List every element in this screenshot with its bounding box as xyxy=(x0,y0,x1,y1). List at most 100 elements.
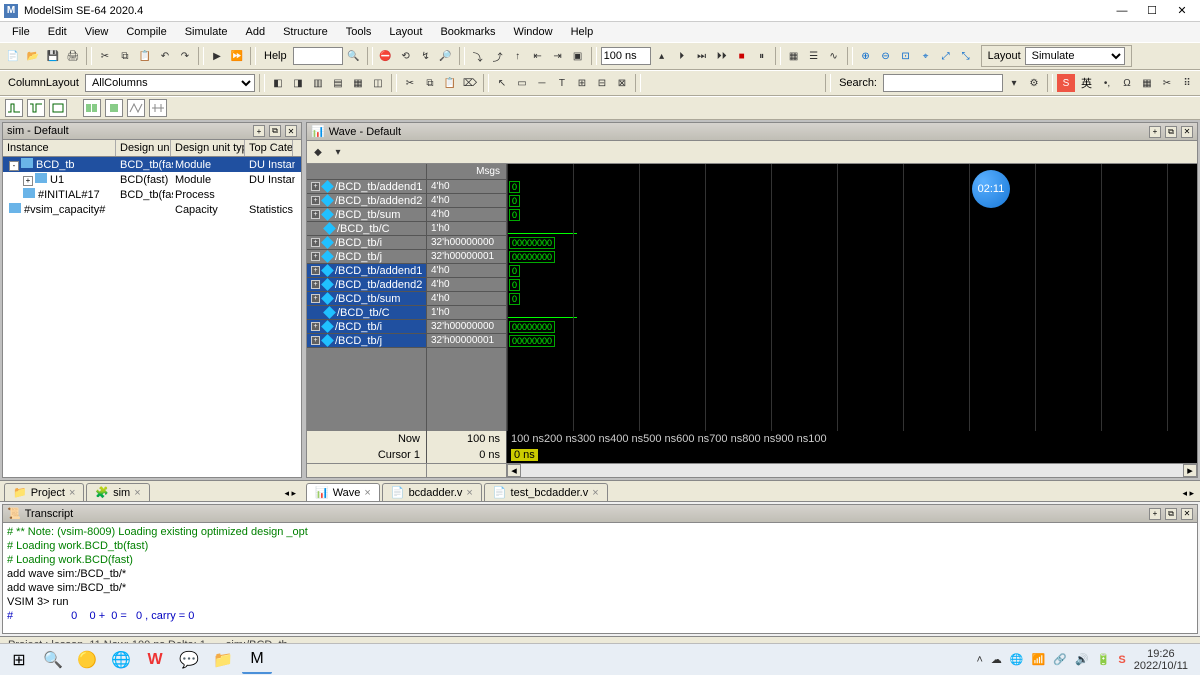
expand-icon[interactable]: + xyxy=(311,322,320,331)
tb2-rect-icon[interactable]: ▭ xyxy=(513,74,531,92)
print-icon[interactable]: 🖨 xyxy=(64,47,82,65)
step-icon[interactable]: ⤵ xyxy=(469,47,487,65)
tray-vol-icon[interactable]: 🔊 xyxy=(1075,653,1089,666)
sim-add-button[interactable]: + xyxy=(253,125,265,137)
transcript-dock-button[interactable]: ⧉ xyxy=(1165,508,1177,520)
col-du[interactable]: Design unit xyxy=(116,140,171,156)
menu-window[interactable]: Window xyxy=(505,24,560,40)
columnlayout-select[interactable]: AllColumns xyxy=(85,74,255,92)
redo-icon[interactable]: ↷ xyxy=(176,47,194,65)
wave-close-button[interactable]: ✕ xyxy=(1181,126,1193,138)
tab-project[interactable]: 📁Project× xyxy=(4,483,84,501)
signal-row[interactable]: /BCD_tb/C xyxy=(307,222,426,236)
modelsim-taskbar-icon[interactable]: M xyxy=(242,646,272,674)
sim-tree[interactable]: -BCD_tbBCD_tb(fast)ModuleDU Instanc+U1BC… xyxy=(3,157,301,477)
signal-row[interactable]: +/BCD_tb/addend2 xyxy=(307,194,426,208)
runtime-up-icon[interactable]: ▴ xyxy=(653,47,671,65)
scroll-track[interactable] xyxy=(521,464,1183,477)
run-icon[interactable]: ⏵ xyxy=(673,47,691,65)
restart-icon[interactable]: ⟲ xyxy=(397,47,415,65)
search-go-icon[interactable]: ▾ xyxy=(1005,74,1023,92)
menu-view[interactable]: View xyxy=(77,24,117,40)
tray-up-icon[interactable]: ˄ xyxy=(976,654,982,666)
tree-toggle-icon[interactable]: + xyxy=(23,176,33,186)
sim-row[interactable]: #vsim_capacity#CapacityStatistics xyxy=(3,202,301,217)
scroll-left-icon[interactable]: ◂ xyxy=(507,464,521,477)
wave-shape2-icon[interactable] xyxy=(27,99,45,117)
wave-shape4-icon[interactable] xyxy=(83,99,101,117)
tray-wifi-icon[interactable]: 📶 xyxy=(1032,653,1046,666)
menu-edit[interactable]: Edit xyxy=(40,24,75,40)
undo-icon[interactable]: ↶ xyxy=(156,47,174,65)
signal-row[interactable]: +/BCD_tb/j xyxy=(307,334,426,348)
col-dutype[interactable]: Design unit type xyxy=(171,140,245,156)
tb2-text-icon[interactable]: T xyxy=(553,74,571,92)
wave-tb-btn1[interactable]: ◆ xyxy=(309,143,327,161)
transcript-body[interactable]: # ** Note: (vsim-8009) Loading existing … xyxy=(3,523,1197,633)
system-tray[interactable]: ˄ ☁ 🌐 📶 🔗 🔊 🔋 S 19:26 2022/10/11 xyxy=(968,648,1196,672)
compileall-icon[interactable]: ⏩ xyxy=(228,47,246,65)
tray-cloud-icon[interactable]: ☁ xyxy=(991,653,1002,666)
runtime-input[interactable] xyxy=(601,47,651,65)
signal-row[interactable]: +/BCD_tb/i xyxy=(307,236,426,250)
tb2-btn8[interactable]: ⧉ xyxy=(421,74,439,92)
close-icon[interactable]: × xyxy=(364,487,370,499)
wave-dock-button[interactable]: ⧉ xyxy=(1165,126,1177,138)
runcont-icon[interactable]: ⏵⏵ xyxy=(713,47,731,65)
tb2-btn9[interactable]: 📋 xyxy=(441,74,459,92)
menu-add[interactable]: Add xyxy=(238,24,274,40)
runall-icon[interactable]: ⏭ xyxy=(693,47,711,65)
stepover-icon[interactable]: ⤴ xyxy=(489,47,507,65)
expand-icon[interactable]: + xyxy=(311,196,320,205)
tb2-btn3[interactable]: ▥ xyxy=(309,74,327,92)
tb2-btn4[interactable]: ▤ xyxy=(329,74,347,92)
col-topcat[interactable]: Top Categ xyxy=(245,140,293,156)
tb2-btn2[interactable]: ◨ xyxy=(289,74,307,92)
chrome-icon[interactable]: 🌐 xyxy=(106,646,136,674)
run-fwd-icon[interactable]: ⇥ xyxy=(549,47,567,65)
sim-close-button[interactable]: ✕ xyxy=(285,125,297,137)
tray-batt-icon[interactable]: 🔋 xyxy=(1097,653,1111,666)
paste-icon[interactable]: 📋 xyxy=(136,47,154,65)
search-input[interactable] xyxy=(883,74,1003,92)
wave-icon[interactable]: ∿ xyxy=(825,47,843,65)
tab-wave[interactable]: 📊Wave× xyxy=(306,483,380,501)
zoom3-icon[interactable]: ⤡ xyxy=(957,47,975,65)
zoomout-icon[interactable]: ⊖ xyxy=(877,47,895,65)
signal-row[interactable]: +/BCD_tb/addend2 xyxy=(307,278,426,292)
col-instance[interactable]: Instance xyxy=(3,140,116,156)
menu-bookmarks[interactable]: Bookmarks xyxy=(432,24,503,40)
tb2-btn5[interactable]: ▦ xyxy=(349,74,367,92)
stop-icon[interactable]: ■ xyxy=(733,47,751,65)
menu-help[interactable]: Help xyxy=(563,24,602,40)
break-icon[interactable]: ⛔ xyxy=(377,47,395,65)
close-icon[interactable]: × xyxy=(592,487,598,499)
ime-opt4-icon[interactable]: ✂ xyxy=(1158,74,1176,92)
tab-sim[interactable]: 🧩sim× xyxy=(86,483,149,501)
tb2-more1-icon[interactable]: ⊞ xyxy=(573,74,591,92)
stepout-icon[interactable]: ↑ xyxy=(509,47,527,65)
minimize-button[interactable]: — xyxy=(1108,2,1136,20)
layout-select[interactable]: Simulate xyxy=(1025,47,1125,65)
mem-icon[interactable]: ▦ xyxy=(785,47,803,65)
ime-opt2-icon[interactable]: Ω xyxy=(1118,74,1136,92)
tb2-btn6[interactable]: ◫ xyxy=(369,74,387,92)
wave-add-button[interactable]: + xyxy=(1149,126,1161,138)
sim-row[interactable]: #INITIAL#17BCD_tb(fast)Process xyxy=(3,187,301,202)
open-icon[interactable]: 📂 xyxy=(24,47,42,65)
menu-simulate[interactable]: Simulate xyxy=(177,24,236,40)
run-back-icon[interactable]: ⇤ xyxy=(529,47,547,65)
tb2-more3-icon[interactable]: ⊠ xyxy=(613,74,631,92)
signal-row[interactable]: +/BCD_tb/addend1 xyxy=(307,264,426,278)
tb2-btn7[interactable]: ✂ xyxy=(401,74,419,92)
wave-shape1-icon[interactable] xyxy=(5,99,23,117)
ime-icon[interactable]: S xyxy=(1057,74,1075,92)
expand-icon[interactable]: + xyxy=(311,336,320,345)
find-icon[interactable]: 🔎 xyxy=(437,47,455,65)
tb2-more2-icon[interactable]: ⊟ xyxy=(593,74,611,92)
search-opt-icon[interactable]: ⚙ xyxy=(1025,74,1043,92)
tab-bcdadder[interactable]: 📄bcdadder.v× xyxy=(382,483,482,501)
signal-row[interactable]: +/BCD_tb/sum xyxy=(307,292,426,306)
zoomin-icon[interactable]: ⊕ xyxy=(857,47,875,65)
tb2-arrow-icon[interactable]: ↖ xyxy=(493,74,511,92)
